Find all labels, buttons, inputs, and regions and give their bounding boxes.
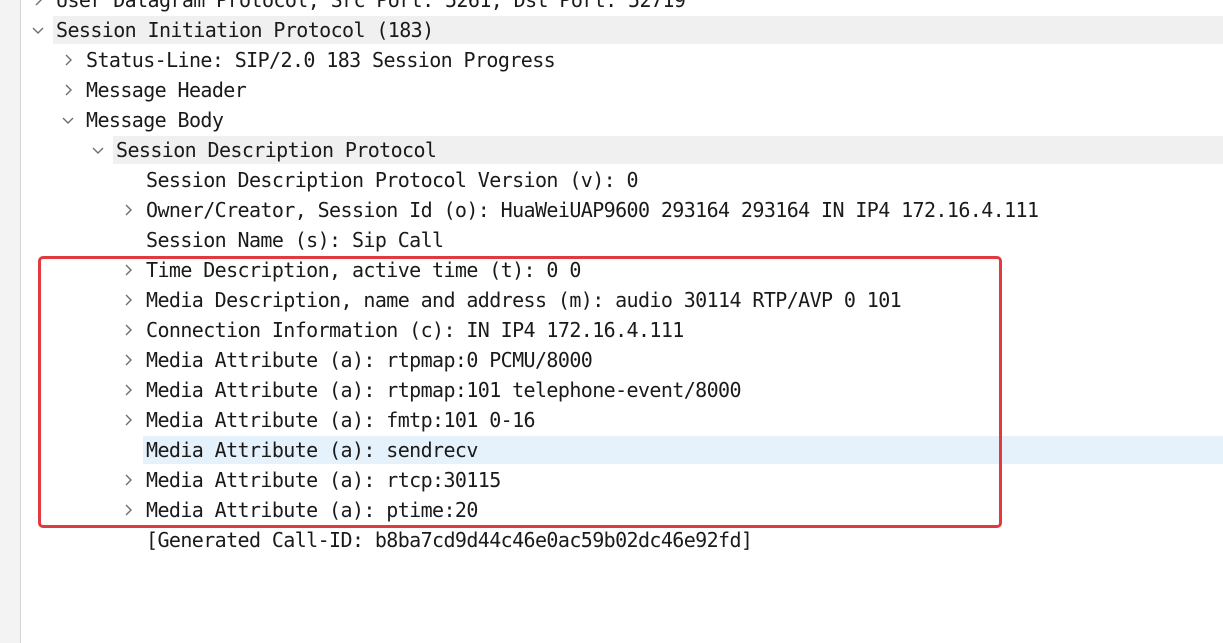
tree-row[interactable]: Media Attribute (a): rtpmap:101 telephon… <box>0 375 1223 405</box>
chevron-right-icon[interactable] <box>60 45 76 75</box>
chevron-down-icon[interactable] <box>60 105 76 135</box>
chevron-right-icon[interactable] <box>120 195 136 225</box>
tree-row-label: Media Attribute (a): rtcp:30115 <box>146 468 501 492</box>
tree-row-label: Time Description, active time (t): 0 0 <box>146 258 581 282</box>
tree-row[interactable]: Media Attribute (a): rtcp:30115 <box>0 465 1223 495</box>
tree-row-label: Session Name (s): Sip Call <box>146 228 444 252</box>
tree-row[interactable]: Session Initiation Protocol (183) <box>0 15 1223 45</box>
chevron-down-icon[interactable] <box>30 15 46 45</box>
tree-row-label: Media Attribute (a): sendrecv <box>146 438 478 462</box>
tree-row-label: Connection Information (c): IN IP4 172.1… <box>146 318 684 342</box>
tree-row[interactable]: Media Attribute (a): sendrecv <box>0 435 1223 465</box>
tree-row-label: Session Initiation Protocol (183) <box>56 18 434 42</box>
chevron-right-icon[interactable] <box>120 285 136 315</box>
tree-row[interactable]: Message Header <box>0 75 1223 105</box>
chevron-right-icon[interactable] <box>120 345 136 375</box>
chevron-right-icon[interactable] <box>120 465 136 495</box>
tree-row[interactable]: [Generated Call-ID: b8ba7cd9d44c46e0ac59… <box>0 525 1223 555</box>
tree-row[interactable]: Session Name (s): Sip Call <box>0 225 1223 255</box>
tree-row[interactable]: User Datagram Protocol, Src Port: 5261, … <box>0 0 1223 15</box>
chevron-right-icon[interactable] <box>120 315 136 345</box>
tree-row[interactable]: Session Description Protocol <box>0 135 1223 165</box>
tree-row-label: Session Description Protocol <box>116 138 437 162</box>
tree-row-label: Media Attribute (a): rtpmap:0 PCMU/8000 <box>146 348 593 372</box>
tree-row[interactable]: Media Description, name and address (m):… <box>0 285 1223 315</box>
tree-row-label: Media Description, name and address (m):… <box>146 288 902 312</box>
tree-row-label: Message Body <box>86 108 224 132</box>
tree-row-label: User Datagram Protocol, Src Port: 5261, … <box>56 0 686 12</box>
tree-row-label: Owner/Creator, Session Id (o): HuaWeiUAP… <box>146 198 1039 222</box>
tree-row-label: Session Description Protocol Version (v)… <box>146 168 639 192</box>
tree-row[interactable]: Media Attribute (a): fmtp:101 0-16 <box>0 405 1223 435</box>
tree-row[interactable]: Owner/Creator, Session Id (o): HuaWeiUAP… <box>0 195 1223 225</box>
chevron-right-icon[interactable] <box>120 405 136 435</box>
chevron-right-icon[interactable] <box>120 375 136 405</box>
chevron-right-icon[interactable] <box>120 495 136 525</box>
tree-row-label: Message Header <box>86 78 247 102</box>
tree-row-label: Media Attribute (a): rtpmap:101 telephon… <box>146 378 742 402</box>
packet-details-tree: User Datagram Protocol, Src Port: 5261, … <box>0 0 1223 555</box>
tree-row[interactable]: Session Description Protocol Version (v)… <box>0 165 1223 195</box>
chevron-down-icon[interactable] <box>90 135 106 165</box>
tree-row[interactable]: Media Attribute (a): rtpmap:0 PCMU/8000 <box>0 345 1223 375</box>
tree-row[interactable]: Media Attribute (a): ptime:20 <box>0 495 1223 525</box>
tree-row-label: [Generated Call-ID: b8ba7cd9d44c46e0ac59… <box>146 528 753 552</box>
tree-row[interactable]: Message Body <box>0 105 1223 135</box>
packet-details-pane: User Datagram Protocol, Src Port: 5261, … <box>0 0 1223 643</box>
tree-row[interactable]: Time Description, active time (t): 0 0 <box>0 255 1223 285</box>
tree-row[interactable]: Connection Information (c): IN IP4 172.1… <box>0 315 1223 345</box>
tree-row-label: Status-Line: SIP/2.0 183 Session Progres… <box>86 48 556 72</box>
chevron-right-icon[interactable] <box>60 75 76 105</box>
tree-row-label: Media Attribute (a): ptime:20 <box>146 498 478 522</box>
tree-row[interactable]: Status-Line: SIP/2.0 183 Session Progres… <box>0 45 1223 75</box>
chevron-right-icon[interactable] <box>30 0 46 15</box>
tree-row-label: Media Attribute (a): fmtp:101 0-16 <box>146 408 536 432</box>
chevron-right-icon[interactable] <box>120 255 136 285</box>
